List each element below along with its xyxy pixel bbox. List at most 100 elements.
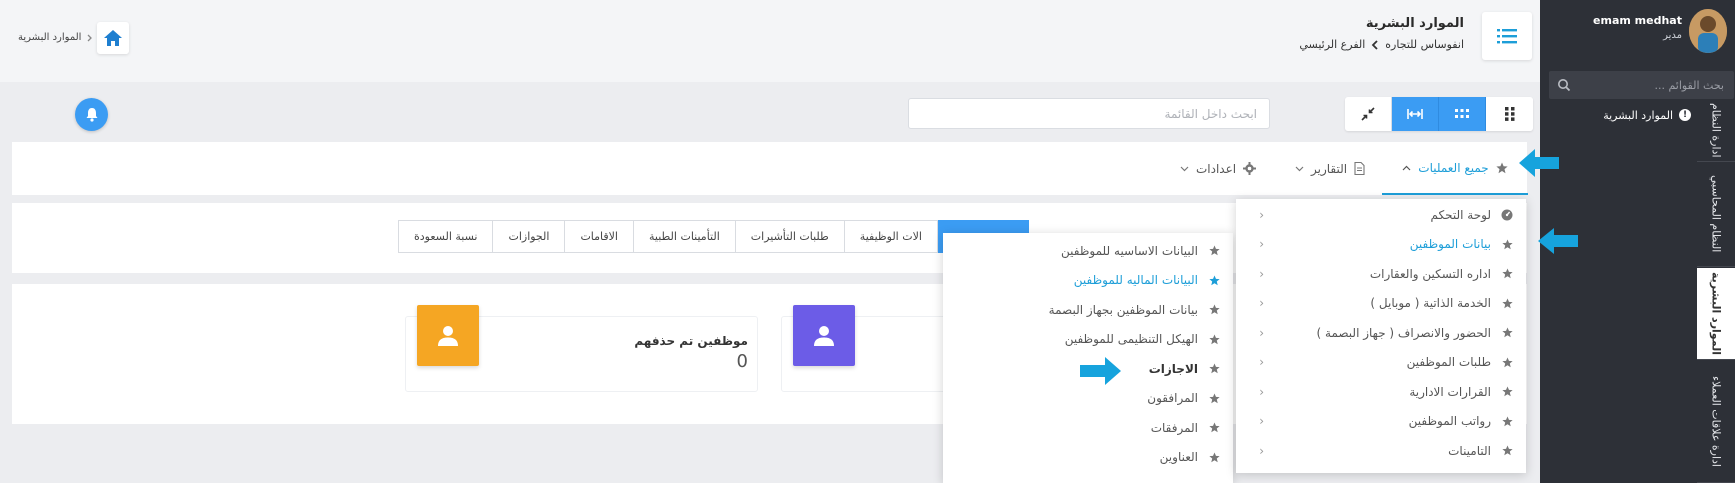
stat-label: موظفين تم حذفهم	[634, 334, 748, 348]
chevron-left-icon: ‹	[1259, 443, 1264, 458]
subtab-job-positions[interactable]: الات الوظيفية	[843, 220, 938, 253]
gear-icon	[1243, 162, 1257, 175]
star-icon	[1207, 422, 1221, 433]
star-icon	[1207, 452, 1221, 463]
user-icon	[438, 325, 458, 346]
chevron-left-icon: ‹	[1259, 384, 1264, 399]
dashboard-icon	[1500, 209, 1514, 221]
submenu-item-financial-data[interactable]: البيانات الماليه للموظفين	[943, 266, 1233, 296]
user-name: emam medhat	[1593, 14, 1682, 27]
star-icon	[1500, 298, 1514, 309]
document-icon	[1354, 162, 1365, 175]
vertical-tabs: ادارة النظام النظام المحاسبي الموارد الب…	[1697, 100, 1735, 483]
left-breadcrumb: الموارد البشرية	[18, 32, 93, 43]
star-icon	[1500, 386, 1514, 397]
home-button[interactable]	[97, 22, 129, 54]
star-icon	[1207, 393, 1221, 404]
chevron-left-icon: ‹	[1259, 207, 1264, 222]
chevron-down-icon	[1180, 166, 1189, 171]
subtab-visa-requests[interactable]: طلبات التأشيرات	[734, 220, 845, 253]
compress-icon	[1361, 107, 1375, 121]
tabs-bar: جميع العمليات التقارير اعدادات	[12, 142, 1528, 195]
left-breadcrumb-label[interactable]: الموارد البشرية	[18, 32, 81, 43]
subtabs: الات الوظيفية طلبات التأشيرات التأمينات …	[398, 220, 1029, 253]
star-icon	[1207, 363, 1221, 374]
menu-item-employee-data[interactable]: بيانات الموظفين ‹	[1236, 230, 1526, 260]
chevron-down-icon	[1295, 166, 1304, 171]
stat-icon-orange	[417, 305, 479, 366]
star-icon	[1207, 304, 1221, 315]
menu-item-housing[interactable]: اداره التسكين والعقارات ‹	[1236, 259, 1526, 289]
chevron-left-icon: ‹	[1259, 266, 1264, 281]
list-search	[908, 98, 1270, 129]
search-icon	[1558, 79, 1571, 92]
sidebar-search-input[interactable]	[1549, 71, 1734, 99]
star-icon	[1500, 357, 1514, 368]
menu-item-attendance[interactable]: الحضور والانصراف ( جهاز البصمة ) ‹	[1236, 318, 1526, 348]
star-icon	[1207, 275, 1221, 286]
sidebar-item-hr[interactable]: ! الموارد البشرية	[1603, 106, 1691, 124]
all-operations-menu: لوحة التحكم ‹ بيانات الموظفين ‹ اداره ال…	[1236, 199, 1526, 473]
collapse-button[interactable]	[1345, 97, 1392, 131]
info-icon: !	[1679, 109, 1691, 121]
star-icon	[1207, 245, 1221, 256]
menu-item-admin-decisions[interactable]: القرارات الادارية ‹	[1236, 377, 1526, 407]
submenu-item-basic-data[interactable]: البيانات الاساسيه للموظفين	[943, 236, 1233, 266]
submenu-item-attachments[interactable]: المرفقات	[943, 413, 1233, 443]
menu-item-employee-requests[interactable]: طلبات الموظفين ‹	[1236, 348, 1526, 378]
sidebar-item-label: الموارد البشرية	[1603, 108, 1673, 122]
subtab-passports[interactable]: الجوازات	[492, 220, 566, 253]
menu-item-self-service[interactable]: الخدمة الذاتية ( موبايل ) ‹	[1236, 289, 1526, 319]
grid-view-button[interactable]	[1439, 97, 1486, 131]
user-role: مدير	[1663, 30, 1682, 41]
tab-reports[interactable]: التقارير	[1295, 142, 1365, 195]
bell-icon	[86, 108, 97, 122]
breadcrumb-item[interactable]: الفرع الرئيسي	[1299, 38, 1365, 51]
submenu-item-fingerprint[interactable]: بيانات الموظفين بجهاز البصمة	[943, 295, 1233, 325]
submenu-item-addresses[interactable]: العناوين	[943, 443, 1233, 473]
arrows-horizontal-icon	[1407, 109, 1423, 119]
list-menu-icon	[1497, 29, 1517, 44]
subtab-residencies[interactable]: الاقامات	[564, 220, 634, 253]
annotation-arrow-icon	[1538, 228, 1578, 254]
star-icon	[1500, 268, 1514, 279]
submenu-item-companions[interactable]: المرافقون	[943, 384, 1233, 414]
vtab-system-admin[interactable]: ادارة النظام	[1697, 100, 1735, 162]
vtab-hr[interactable]: الموارد البشرية	[1697, 268, 1735, 360]
menu-item-insurance[interactable]: التامينات ‹	[1236, 436, 1526, 466]
list-view-button[interactable]	[1486, 97, 1533, 131]
annotation-arrow-icon	[1080, 357, 1121, 385]
menu-item-dashboard[interactable]: لوحة التحكم ‹	[1236, 200, 1526, 230]
vtab-crm[interactable]: ادارة علاقات العملاء	[1697, 361, 1735, 483]
sidebar-search	[1549, 71, 1734, 99]
grid-icon	[1455, 109, 1469, 118]
subtab-saudization[interactable]: نسبة السعودة	[398, 220, 494, 253]
star-icon	[1500, 327, 1514, 338]
submenu-item-org-structure[interactable]: الهيكل التنظيمى للموظفين	[943, 325, 1233, 355]
subtab-medical-insurance[interactable]: التأمينات الطبية	[633, 220, 736, 253]
dots-grid-icon	[1504, 107, 1514, 121]
chevron-up-icon	[1402, 165, 1411, 170]
menu-item-salaries[interactable]: رواتب الموظفين ‹	[1236, 407, 1526, 437]
stat-icon-purple	[793, 305, 855, 366]
tab-settings[interactable]: اعدادات	[1180, 142, 1257, 195]
chevron-left-icon: ‹	[1259, 325, 1264, 340]
home-icon	[104, 30, 122, 46]
star-icon	[1500, 239, 1514, 250]
chevron-left-icon: ‹	[1259, 414, 1264, 429]
vtab-accounting[interactable]: النظام المحاسبي	[1697, 162, 1735, 267]
chevron-left-icon: ‹	[1259, 237, 1264, 252]
annotation-arrow-icon	[1519, 149, 1559, 177]
breadcrumb-item[interactable]: انفوساس للتجاره	[1385, 38, 1464, 51]
list-search-input[interactable]	[909, 99, 1269, 128]
chevron-left-icon: ‹	[1259, 296, 1264, 311]
menu-toggle-button[interactable]	[1482, 12, 1532, 60]
avatar[interactable]	[1689, 9, 1727, 53]
notifications-button[interactable]	[75, 98, 108, 131]
star-icon	[1496, 162, 1508, 173]
expand-width-button[interactable]	[1392, 97, 1439, 131]
chevron-left-icon: ‹	[1259, 355, 1264, 370]
user-icon	[814, 325, 834, 346]
tab-all-operations[interactable]: جميع العمليات	[1382, 142, 1528, 195]
view-button-group	[1345, 97, 1533, 131]
